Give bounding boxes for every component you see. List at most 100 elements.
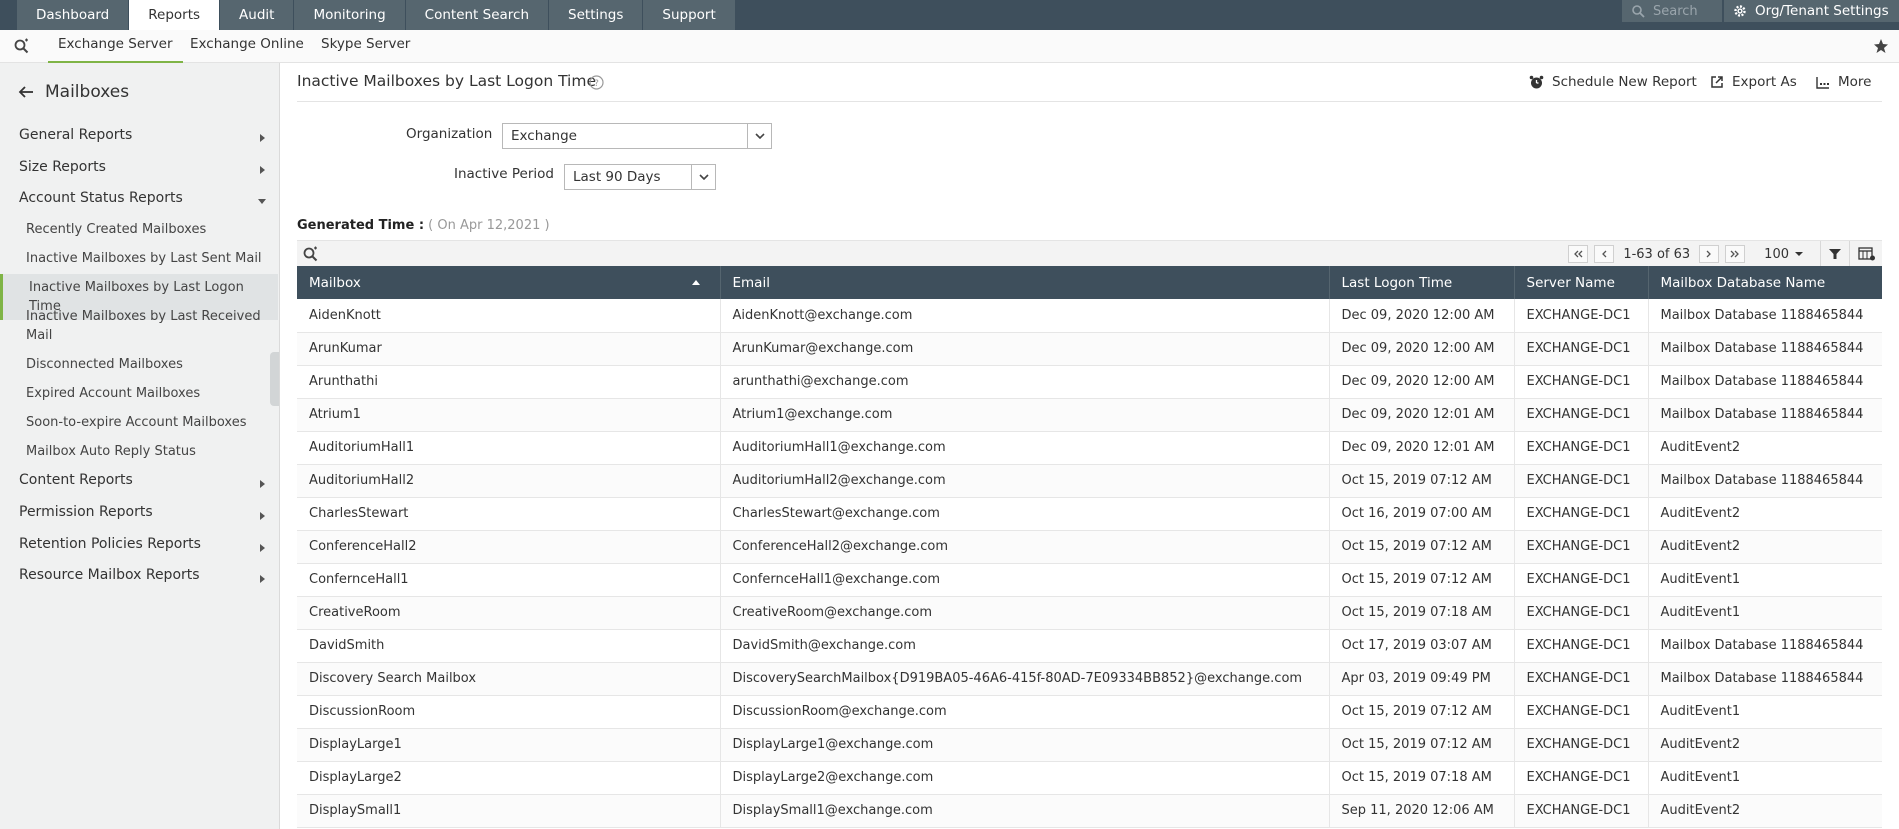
sidebar-subitem-recently-created[interactable]: Recently Created Mailboxes xyxy=(26,220,271,239)
table-row[interactable]: DisplaySmall1 DisplaySmall1@exchange.com S… xyxy=(297,794,1882,828)
sidebar-subitem-inactive-last-received[interactable]: Inactive Mailboxes by Last Received Mail xyxy=(26,307,271,345)
sidebar-item-resource-mailbox-reports[interactable]: Resource Mailbox Reports xyxy=(19,567,200,583)
table-row[interactable]: Atrium1 Atrium1@exchange.com Dec 09, 2020 … xyxy=(297,398,1882,432)
column-header-server-name[interactable]: Server Name xyxy=(1514,266,1649,299)
chevron-left-icon xyxy=(1602,250,1607,258)
sidebar-item-general-reports[interactable]: General Reports xyxy=(19,127,132,143)
global-search-input[interactable]: Search xyxy=(1622,0,1722,22)
cell-mailbox-database-name: AuditEvent1 xyxy=(1648,761,1882,795)
cell-server-name: EXCHANGE-DC1 xyxy=(1514,398,1649,432)
table-row[interactable]: AuditoriumHall2 AuditoriumHall2@exchange.… xyxy=(297,464,1882,498)
subtab-exchange-online[interactable]: Exchange Online xyxy=(180,30,314,63)
tab-monitoring[interactable]: Monitoring xyxy=(294,0,406,30)
expand-arrow-icon[interactable] xyxy=(260,480,265,488)
cell-email: CharlesStewart@exchange.com xyxy=(720,497,1330,531)
top-nav-tabs: Dashboard Reports Audit Monitoring Conte… xyxy=(17,0,736,30)
cell-mailbox-database-name: AuditEvent2 xyxy=(1648,431,1882,465)
cell-mailbox-database-name: Mailbox Database 1188465844 xyxy=(1648,464,1882,498)
help-icon[interactable]: ? xyxy=(589,75,604,90)
sidebar-subitem-disconnected[interactable]: Disconnected Mailboxes xyxy=(26,355,271,374)
export-as-button[interactable]: Export As xyxy=(1710,74,1797,90)
table-row[interactable]: DavidSmith DavidSmith@exchange.com Oct 17,… xyxy=(297,629,1882,663)
cell-email: ArunKumar@exchange.com xyxy=(720,332,1330,366)
expand-arrow-icon[interactable] xyxy=(260,575,265,583)
sidebar-item-size-reports[interactable]: Size Reports xyxy=(19,159,106,175)
cell-server-name: EXCHANGE-DC1 xyxy=(1514,365,1649,399)
sidebar-item-account-status-reports[interactable]: Account Status Reports xyxy=(19,190,183,206)
sidebar-subitem-soon-to-expire[interactable]: Soon-to-expire Account Mailboxes xyxy=(26,413,271,432)
table-row[interactable]: ArunKumar ArunKumar@exchange.com Dec 09, 2… xyxy=(297,332,1882,366)
cell-server-name: EXCHANGE-DC1 xyxy=(1514,332,1649,366)
table-search-icon[interactable] xyxy=(303,246,319,262)
expand-arrow-icon[interactable] xyxy=(260,512,265,520)
cell-mailbox: ArunKumar xyxy=(297,332,721,366)
table-row[interactable]: ConferenceHall2 ConferenceHall2@exchange.… xyxy=(297,530,1882,564)
sidebar-item-permission-reports[interactable]: Permission Reports xyxy=(19,504,153,520)
column-header-mailbox-database-name[interactable]: Mailbox Database Name xyxy=(1648,266,1882,299)
tab-reports[interactable]: Reports xyxy=(129,0,221,30)
table-row[interactable]: ConfernceHall1 ConfernceHall1@exchange.co… xyxy=(297,563,1882,597)
sidebar-subitem-auto-reply[interactable]: Mailbox Auto Reply Status xyxy=(26,442,271,461)
more-button[interactable]: More xyxy=(1816,74,1871,90)
table-row[interactable]: Arunthathi arunthathi@exchange.com Dec 09,… xyxy=(297,365,1882,399)
table-row[interactable]: CreativeRoom CreativeRoom@exchange.com Oct… xyxy=(297,596,1882,630)
inactive-period-select[interactable]: Last 90 Days xyxy=(564,164,716,190)
cell-email: CreativeRoom@exchange.com xyxy=(720,596,1330,630)
column-header-email[interactable]: Email xyxy=(720,266,1330,299)
prev-page-button[interactable] xyxy=(1594,245,1615,263)
cell-mailbox: AuditoriumHall2 xyxy=(297,464,721,498)
cell-email: arunthathi@exchange.com xyxy=(720,365,1330,399)
first-page-button[interactable] xyxy=(1568,245,1589,263)
subtab-skype-server[interactable]: Skype Server xyxy=(311,30,420,63)
sidebar-item-content-reports[interactable]: Content Reports xyxy=(19,472,133,488)
tab-settings[interactable]: Settings xyxy=(549,0,644,30)
sidebar-subitem-inactive-last-sent[interactable]: Inactive Mailboxes by Last Sent Mail xyxy=(26,249,271,268)
column-header-mailbox[interactable]: Mailbox xyxy=(297,266,721,299)
cell-mailbox: DisplayLarge1 xyxy=(297,728,721,762)
tab-content-search[interactable]: Content Search xyxy=(405,0,550,30)
pin-favorite-icon[interactable] xyxy=(1873,38,1889,54)
svg-text:?: ? xyxy=(594,79,599,89)
table-row[interactable]: DisplayLarge2 DisplayLarge2@exchange.com O… xyxy=(297,761,1882,795)
expand-arrow-icon[interactable] xyxy=(260,166,265,174)
collapse-arrow-icon[interactable] xyxy=(258,199,266,204)
sidebar-collapse-handle[interactable] xyxy=(270,352,279,406)
cell-server-name: EXCHANGE-DC1 xyxy=(1514,497,1649,531)
tab-support[interactable]: Support xyxy=(643,0,736,30)
sort-ascending-icon xyxy=(691,280,700,285)
table-row[interactable]: Discovery Search Mailbox DiscoverySearchM… xyxy=(297,662,1882,696)
back-arrow-icon[interactable] xyxy=(18,85,34,99)
cell-server-name: EXCHANGE-DC1 xyxy=(1514,695,1649,729)
cell-last-logon-time: Dec 09, 2020 12:00 AM xyxy=(1329,332,1515,366)
chevron-down-icon xyxy=(691,165,715,189)
expand-arrow-icon[interactable] xyxy=(260,134,265,142)
column-header-last-logon-time[interactable]: Last Logon Time xyxy=(1329,266,1515,299)
last-page-button[interactable] xyxy=(1725,245,1746,263)
table-row[interactable]: DiscussionRoom DiscussionRoom@exchange.co… xyxy=(297,695,1882,729)
cell-mailbox: Arunthathi xyxy=(297,365,721,399)
table-row[interactable]: AuditoriumHall1 AuditoriumHall1@exchange.… xyxy=(297,431,1882,465)
page-size-select[interactable]: 100 xyxy=(1764,247,1804,262)
schedule-report-button[interactable]: Schedule New Report xyxy=(1529,74,1697,90)
organization-select[interactable]: Exchange xyxy=(502,123,772,149)
cell-last-logon-time: Oct 17, 2019 03:07 AM xyxy=(1329,629,1515,663)
table-row[interactable]: AidenKnott AidenKnott@exchange.com Dec 09,… xyxy=(297,299,1882,333)
subtab-exchange-server[interactable]: Exchange Server xyxy=(48,30,183,63)
table-row[interactable]: DisplayLarge1 DisplayLarge1@exchange.com O… xyxy=(297,728,1882,762)
cell-server-name: EXCHANGE-DC1 xyxy=(1514,431,1649,465)
next-page-button[interactable] xyxy=(1699,245,1720,263)
toolbar-divider xyxy=(1849,241,1850,267)
sidebar-item-retention-policies-reports[interactable]: Retention Policies Reports xyxy=(19,536,201,552)
table-row[interactable]: CharlesStewart CharlesStewart@exchange.co… xyxy=(297,497,1882,531)
expand-arrow-icon[interactable] xyxy=(260,544,265,552)
tab-dashboard[interactable]: Dashboard xyxy=(17,0,130,30)
tab-audit[interactable]: Audit xyxy=(220,0,295,30)
cell-mailbox-database-name: Mailbox Database 1188465844 xyxy=(1648,299,1882,333)
sidebar-subitem-expired-account[interactable]: Expired Account Mailboxes xyxy=(26,384,271,403)
filter-icon[interactable] xyxy=(1829,248,1841,260)
org-tenant-settings-button[interactable]: Org/Tenant Settings xyxy=(1724,0,1899,22)
quick-search-icon[interactable] xyxy=(14,38,30,54)
column-chooser-icon[interactable] xyxy=(1858,247,1876,261)
cell-server-name: EXCHANGE-DC1 xyxy=(1514,299,1649,333)
generated-time: Generated Time : ( On Apr 12,2021 ) xyxy=(297,218,550,233)
